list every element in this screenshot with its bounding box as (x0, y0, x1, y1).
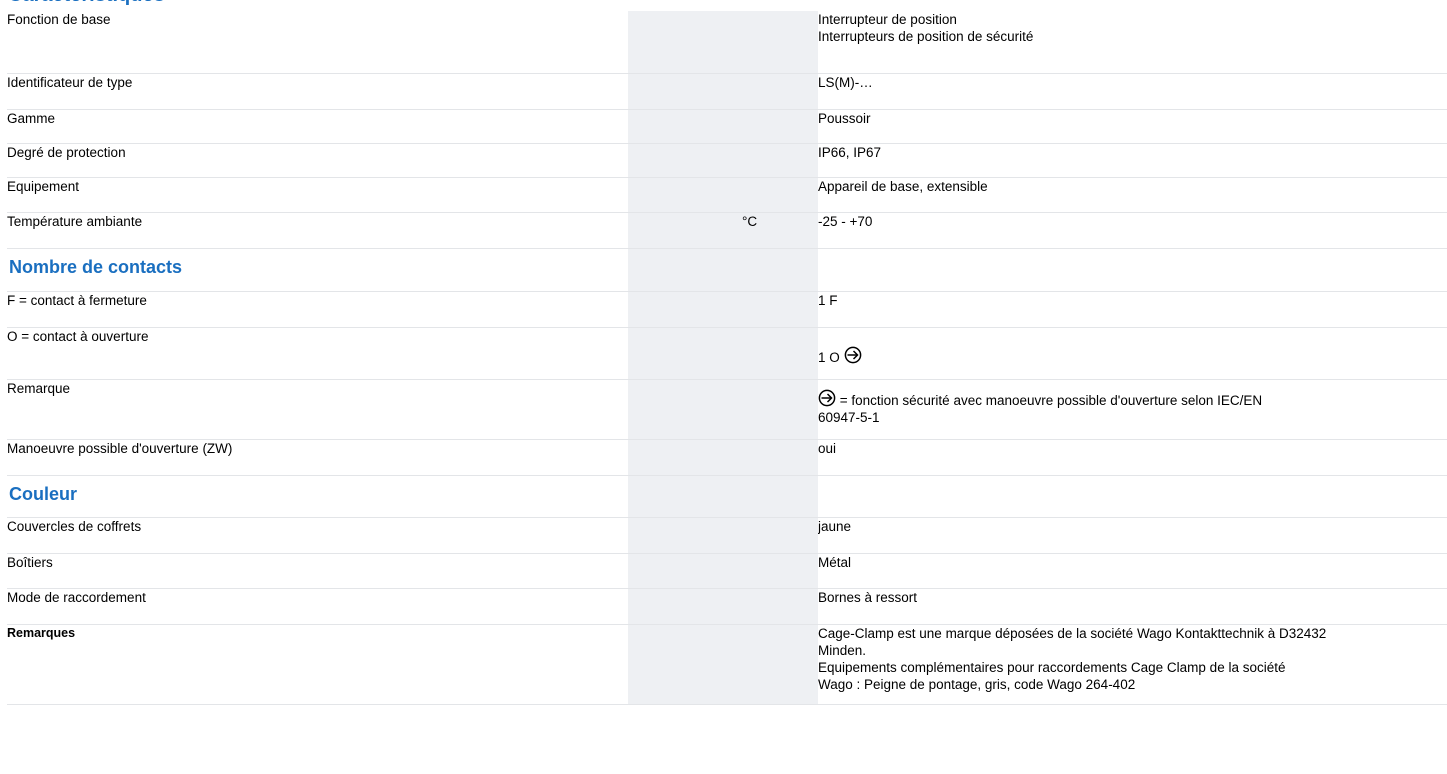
table-row: Boîtiers Métal (7, 553, 1447, 589)
row-label: Equipement (7, 177, 628, 213)
table-row: Couleur (7, 475, 1447, 518)
row-value: Métal (818, 553, 1447, 589)
note-text: = fonction sécurité avec manoeuvre possi… (836, 392, 1263, 408)
table-row: Remarques Cage-Clamp est une marque dépo… (7, 624, 1447, 705)
table-row: Mode de raccordement Bornes à ressort (7, 588, 1447, 625)
row-label: Température ambiante (7, 212, 628, 249)
row-value: Poussoir (818, 109, 1447, 144)
row-value: 1 F (818, 291, 1447, 328)
table-row: Température ambiante °C -25 - +70 (7, 212, 1447, 249)
remarks-line: Cage-Clamp est une marque déposées de la… (818, 625, 1327, 641)
contact-o-value: 1 O (818, 349, 840, 365)
table-row: Couvercles de coffrets jaune (7, 517, 1447, 554)
remarks-value: Cage-Clamp est une marque déposées de la… (818, 624, 1447, 705)
row-value: jaune (818, 517, 1447, 554)
row-value: LS(M)-… (818, 73, 1447, 110)
row-label: Degré de protection (7, 143, 628, 178)
row-unit: °C (742, 212, 818, 249)
table-row: Degré de protection IP66, IP67 (7, 143, 1447, 178)
remarks-line: Minden. (818, 642, 867, 658)
row-label: Couvercles de coffrets (7, 517, 628, 554)
positive-opening-arrow-icon (818, 389, 836, 407)
row-value: Appareil de base, extensible (818, 177, 1447, 213)
row-unit (742, 143, 818, 178)
row-value-line: Interrupteur de position (818, 12, 957, 27)
row-label: Mode de raccordement (7, 588, 628, 625)
row-unit (742, 11, 818, 74)
row-value: = fonction sécurité avec manoeuvre possi… (818, 379, 1447, 440)
row-value: 1 O (818, 327, 1447, 380)
row-label: F = contact à fermeture (7, 291, 628, 328)
remarks-line: Equipements complémentaires pour raccord… (818, 659, 1286, 675)
spec-table: Fonction de base Interrupteur de positio… (7, 11, 1447, 705)
row-label: Manoeuvre possible d'ouverture (ZW) (7, 439, 628, 476)
remarks-label: Remarques (7, 624, 628, 705)
row-label: Identificateur de type (7, 73, 628, 110)
row-value: IP66, IP67 (818, 143, 1447, 178)
row-unit (742, 177, 818, 213)
row-value: -25 - +70 (818, 212, 1447, 249)
table-row: Manoeuvre possible d'ouverture (ZW) oui (7, 439, 1447, 476)
row-label: Boîtiers (7, 553, 628, 589)
table-row: Fonction de base Interrupteur de positio… (7, 11, 1447, 74)
table-row: Remarque = fonction sécurité avec manoeu… (7, 379, 1447, 440)
row-label: Fonction de base (7, 11, 628, 74)
table-row: O = contact à ouverture 1 O (7, 327, 1447, 380)
contacts-heading: Nombre de contacts (7, 248, 628, 292)
row-value: Interrupteur de position Interrupteurs d… (818, 11, 1447, 74)
positive-opening-arrow-icon (844, 346, 862, 364)
table-row: Equipement Appareil de base, extensible (7, 177, 1447, 213)
remarks-line: Wago : Peigne de pontage, gris, code Wag… (818, 676, 1136, 692)
row-unit (742, 109, 818, 144)
row-label: O = contact à ouverture (7, 327, 628, 380)
table-row: Nombre de contacts (7, 248, 1447, 292)
table-row: Gamme Poussoir (7, 109, 1447, 144)
row-value-line: Interrupteurs de position de sécurité (818, 29, 1034, 44)
note-text-cont: 60947-5-1 (818, 409, 880, 425)
row-value: oui (818, 439, 1447, 476)
table-row: F = contact à fermeture 1 F (7, 291, 1447, 328)
row-label: Remarque (7, 379, 628, 440)
color-heading: Couleur (7, 475, 628, 518)
row-unit (742, 73, 818, 110)
table-row: Identificateur de type LS(M)-… (7, 73, 1447, 110)
row-value: Bornes à ressort (818, 588, 1447, 625)
row-label: Gamme (7, 109, 628, 144)
